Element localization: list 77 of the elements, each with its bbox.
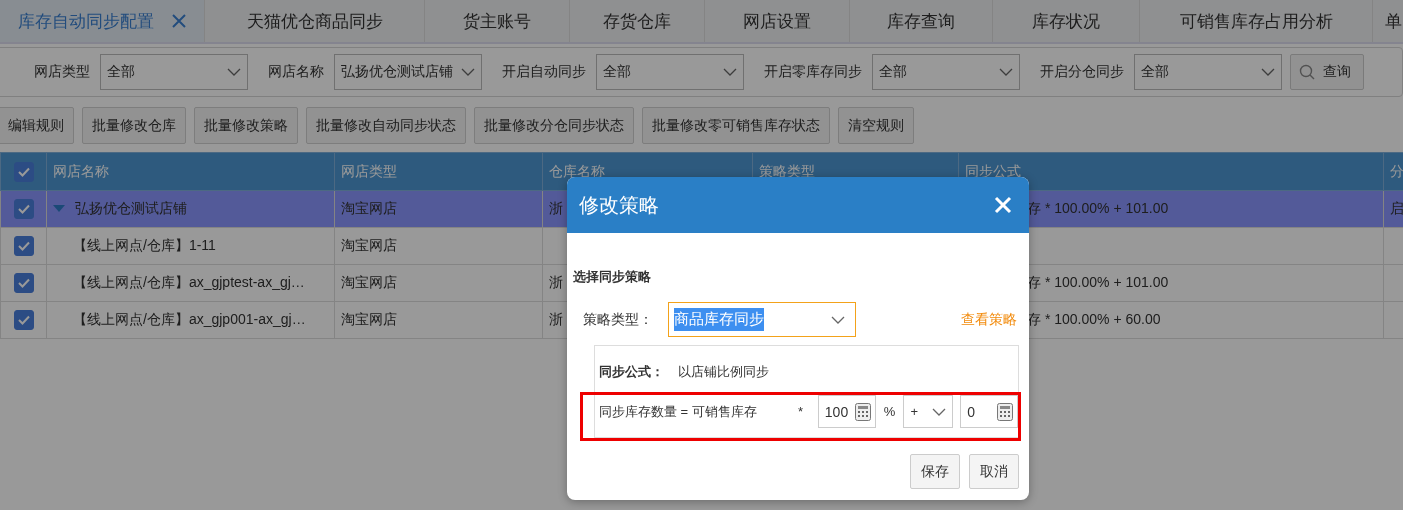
dropdown[interactable]: 全部: [100, 54, 248, 90]
checkbox[interactable]: [13, 273, 34, 293]
check-icon: [17, 166, 30, 177]
filter-label: 开启分仓同步: [1040, 63, 1124, 81]
chevron-down-icon: [932, 407, 947, 416]
tab[interactable]: 可销售库存占用分析: [1140, 0, 1373, 42]
chevron-down-icon: [831, 315, 845, 324]
column-header: 网店类型: [334, 152, 543, 191]
search-icon: [1299, 64, 1315, 80]
filter-label: 网店名称: [268, 63, 324, 81]
table-cell: 淘宝网店: [341, 274, 397, 290]
table-cell: 淘宝网店: [341, 237, 397, 253]
table-cell: 浙: [549, 274, 563, 290]
equation-label: 同步库存数量 = 可销售库存: [599, 402, 758, 421]
check-icon: [17, 204, 30, 214]
tab[interactable]: 货主账号: [425, 0, 570, 42]
check-icon: [17, 315, 30, 325]
tab[interactable]: 存货仓库: [570, 0, 705, 42]
column-header: 分: [1383, 152, 1403, 191]
tab[interactable]: 单: [1373, 0, 1403, 42]
table-cell: 【线上网点/仓库】1-11: [73, 237, 216, 253]
calculator-icon: [854, 402, 871, 421]
toolbar-button[interactable]: 批量修改零可销售库存状态: [642, 107, 830, 144]
section-title: 选择同步策略: [573, 268, 652, 286]
chevron-down-icon: [461, 68, 475, 76]
dropdown[interactable]: 全部: [872, 54, 1020, 90]
tab[interactable]: 库存查询: [850, 0, 993, 42]
search-button[interactable]: 查询: [1290, 54, 1364, 90]
tab[interactable]: 天猫优仓商品同步: [205, 0, 425, 42]
close-icon: [994, 196, 1012, 214]
chevron-down-icon: [227, 68, 241, 76]
table-cell: 弘扬优仓测试店铺: [75, 200, 187, 216]
column-header: 网店名称: [46, 152, 335, 191]
table-cell: 浙: [549, 200, 563, 216]
toolbar-button[interactable]: 批量修改分仓同步状态: [474, 107, 634, 144]
toolbar-button[interactable]: 编辑规则: [0, 107, 74, 144]
table-cell: 【线上网点/仓库】ax_gjptest-ax_gj…: [73, 274, 305, 290]
toolbar-button[interactable]: 批量修改自动同步状态: [306, 107, 466, 144]
table-cell: 启: [1390, 200, 1403, 216]
checkbox[interactable]: [13, 236, 34, 256]
table-cell: 浙: [549, 311, 563, 327]
dropdown[interactable]: 全部: [596, 54, 744, 90]
table-cell: 【线上网点/仓库】ax_gjp001-ax_gj…: [73, 311, 306, 327]
checkbox[interactable]: [13, 199, 34, 219]
toolbar-button[interactable]: 清空规则: [838, 107, 914, 144]
toolbar-button[interactable]: 批量修改策略: [194, 107, 298, 144]
close-icon[interactable]: [172, 14, 186, 28]
strategy-dropdown[interactable]: 商品库存同步: [668, 302, 856, 337]
calculator-icon: [997, 402, 1013, 421]
formula-text: 以店铺比例同步: [678, 364, 769, 379]
chevron-down-icon: [723, 68, 737, 76]
toolbar-button[interactable]: 批量修改仓库: [82, 107, 186, 144]
table-cell: 淘宝网店: [341, 200, 397, 216]
chevron-down-icon: [999, 68, 1013, 76]
tab[interactable]: 库存状况: [993, 0, 1140, 42]
field-label: 策略类型：: [583, 310, 654, 329]
table-cell: 淘宝网店: [341, 311, 397, 327]
dialog-button[interactable]: 保存: [910, 454, 960, 489]
unit-label: %: [882, 404, 897, 419]
dialog-title: 修改策略: [579, 192, 659, 218]
filter-label: 开启零库存同步: [764, 63, 862, 81]
operator-label: *: [797, 404, 804, 419]
operator-dropdown[interactable]: +: [903, 395, 954, 428]
dropdown[interactable]: 全部: [1134, 54, 1282, 90]
tab[interactable]: 网店设置: [705, 0, 850, 42]
checkbox[interactable]: [13, 161, 34, 182]
check-icon: [17, 278, 30, 288]
checkbox[interactable]: [13, 310, 34, 330]
field-label: 同步公式：: [599, 364, 664, 379]
number-field[interactable]: 100: [817, 395, 876, 428]
filter-label: 开启自动同步: [502, 63, 586, 81]
dropdown[interactable]: 弘扬优仓测试店铺: [334, 54, 482, 90]
filter-label: 网店类型: [34, 63, 90, 81]
check-icon: [17, 241, 30, 251]
dialog-button[interactable]: 取消: [969, 454, 1019, 489]
number-field[interactable]: 0: [960, 395, 1018, 428]
chevron-down-icon: [1261, 68, 1275, 76]
